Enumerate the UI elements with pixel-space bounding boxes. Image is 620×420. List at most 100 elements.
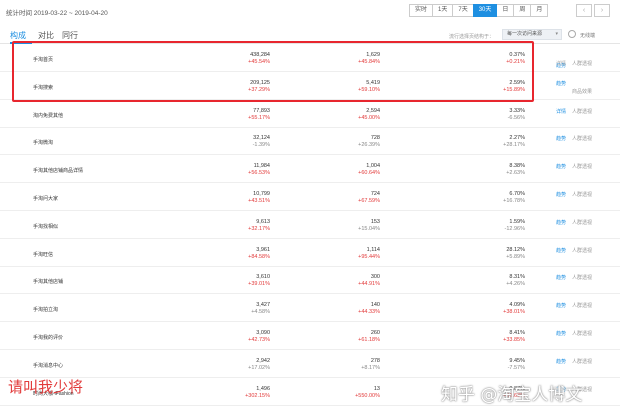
buyers-change: +44.91%	[358, 281, 380, 288]
buyers-change: +44.33%	[358, 309, 380, 316]
conversion-change: +4.26%	[506, 281, 525, 288]
visitors-cell: 10,799 +43.51%	[190, 191, 270, 205]
visitors-change: +32.17%	[248, 225, 270, 232]
row-trend-link[interactable]: 趋势	[556, 219, 566, 226]
visitors-value: 2,942	[256, 357, 270, 364]
row-trend-link[interactable]: 趋势	[556, 358, 566, 365]
conversion-change: +33.85%	[503, 337, 525, 343]
row-trend-link[interactable]: 趋势	[556, 191, 566, 198]
conversion-cell: 1.59% -12.96%	[445, 219, 526, 233]
buyers-change: +8.17%	[361, 364, 380, 371]
buyers-cell: 1,114 +95.44%	[300, 247, 380, 261]
visitors-value: 77,893	[253, 107, 270, 114]
row-trend-link[interactable]: 趋势	[556, 163, 566, 170]
visitors-value: 10,799	[253, 191, 270, 197]
source-name: 手淘微淘	[33, 140, 54, 147]
buyers-value: 140	[370, 302, 380, 309]
visitors-cell: 11,984 +56.53%	[190, 163, 270, 177]
conversion-value: 6.70%	[509, 191, 525, 197]
row-crowd-link[interactable]: 人群透视	[572, 358, 592, 365]
row-crowd-link[interactable]: 人群透视	[572, 274, 592, 281]
row-crowd-link[interactable]: 人群透视	[572, 302, 592, 309]
row-crowd-link[interactable]: 人群透视	[572, 191, 592, 198]
tab-compare[interactable]: 对比	[38, 30, 54, 41]
row-crowd-link[interactable]: 人群透视	[572, 219, 592, 226]
source-name: 手淘问大家	[33, 196, 59, 202]
period-realtime-button[interactable]: 实时	[409, 4, 434, 17]
row-crowd-link[interactable]: 人群透视	[572, 135, 592, 142]
period-week-button[interactable]: 周	[513, 4, 532, 17]
goods-effect-link[interactable]: 商品效果	[572, 88, 592, 95]
conversion-cell: 3.33% -6.56%	[445, 108, 525, 122]
period-30day-button[interactable]: 30天	[472, 4, 498, 17]
conversion-value: 2.27%	[509, 135, 525, 142]
buyers-value: 1,114	[366, 246, 380, 253]
row-trend-link[interactable]: 趋势	[556, 274, 566, 281]
conversion-cell: 8.38% +2.63%	[445, 163, 525, 177]
row-trend-link[interactable]: 趋势	[556, 80, 566, 87]
conversion-value: 8.38%	[509, 163, 525, 170]
row-crowd-link[interactable]: 人群透视	[572, 163, 592, 170]
row-crowd-link[interactable]: 人群透视	[572, 330, 592, 337]
buyers-cell: 13 +550.00%	[300, 386, 380, 400]
table-row: 手淘微淘 32,124 -1.39% 728 +26.39% 2.27% +28.17% 趋势…	[0, 129, 620, 156]
prev-period-icon[interactable]: ‹	[576, 4, 592, 17]
conversion-change: +5.89%	[506, 253, 525, 260]
buyers-cell: 728 +26.39%	[300, 135, 380, 149]
buyers-value: 260	[370, 330, 380, 336]
visitors-value: 3,090	[256, 330, 270, 336]
table-row: 手淘其他店铺 3,610 +39.01% 300 +44.91% 8.31% +4.26% 趋…	[0, 268, 620, 295]
row-trend-link[interactable]: 趋势	[556, 135, 566, 142]
conversion-change: -7.57%	[507, 364, 525, 371]
visitors-value: 1,496	[256, 385, 270, 392]
next-period-icon[interactable]: ›	[594, 4, 610, 17]
visitors-change: +39.01%	[248, 281, 270, 288]
visitors-value: 9,613	[256, 218, 270, 225]
crowd-link[interactable]: 人群透视	[572, 60, 592, 67]
source-filter-label: 流行选择页结构于：	[449, 34, 495, 40]
buyers-value: 153	[370, 218, 380, 225]
row-crowd-link[interactable]: 人群透视	[572, 247, 592, 254]
visitors-cell: 3,427 +4.58%	[190, 302, 270, 316]
buyers-cell: 724 +67.59%	[300, 191, 380, 205]
buyers-cell: 300 +44.91%	[300, 274, 380, 288]
buyers-value: 1,004	[366, 163, 380, 170]
visitors-cell: 77,893 +55.17%	[190, 108, 270, 122]
buyers-value: 728	[370, 135, 380, 142]
radio-icon[interactable]	[568, 30, 576, 38]
period-day-button[interactable]: 日	[496, 4, 515, 17]
watermark-right: 知乎 @淘宝人博文	[441, 385, 583, 405]
source-select[interactable]: 每一次访问来源 ▾	[502, 29, 562, 40]
chevron-down-icon: ▾	[555, 31, 558, 37]
tab-peers[interactable]: 同行	[62, 30, 78, 41]
tab-composition[interactable]: 构成	[10, 30, 26, 41]
detail-link[interactable]: 详情	[556, 60, 566, 67]
buyers-change: +15.04%	[358, 225, 380, 232]
visitors-change: +302.15%	[245, 392, 270, 399]
period-month-button[interactable]: 月	[530, 4, 549, 17]
buyers-cell: 278 +8.17%	[300, 358, 380, 372]
highlight-box	[12, 41, 534, 102]
period-7day-button[interactable]: 7天	[452, 4, 474, 17]
visitors-cell: 1,496 +302.15%	[190, 386, 270, 400]
period-1day-button[interactable]: 1天	[432, 4, 454, 17]
buyers-change: +95.44%	[358, 253, 380, 260]
row-trend-link[interactable]: 详情	[556, 108, 566, 115]
buyers-cell: 2,594 +45.00%	[300, 108, 380, 122]
visitors-cell: 32,124 -1.39%	[190, 135, 270, 149]
row-trend-link[interactable]: 趋势	[556, 302, 566, 309]
buyers-change: +61.18%	[358, 337, 380, 343]
visitors-change: +4.58%	[251, 309, 270, 316]
conversion-cell: 2.27% +28.17%	[445, 135, 525, 149]
visitors-value: 3,961	[256, 246, 270, 253]
conversion-change: +38.01%	[503, 309, 525, 316]
visitors-cell: 3,610 +39.01%	[190, 274, 270, 288]
row-trend-link[interactable]: 趋势	[556, 247, 566, 254]
buyers-change: +26.39%	[358, 142, 380, 149]
row-crowd-link[interactable]: 人群透视	[572, 108, 592, 115]
conversion-cell: 8.31% +4.26%	[445, 274, 525, 288]
visitors-change: +55.17%	[248, 114, 270, 121]
conversion-cell: 6.70% +16.78%	[445, 191, 525, 205]
row-trend-link[interactable]: 趋势	[556, 330, 566, 337]
source-select-value: 每一次访问来源	[507, 31, 543, 37]
